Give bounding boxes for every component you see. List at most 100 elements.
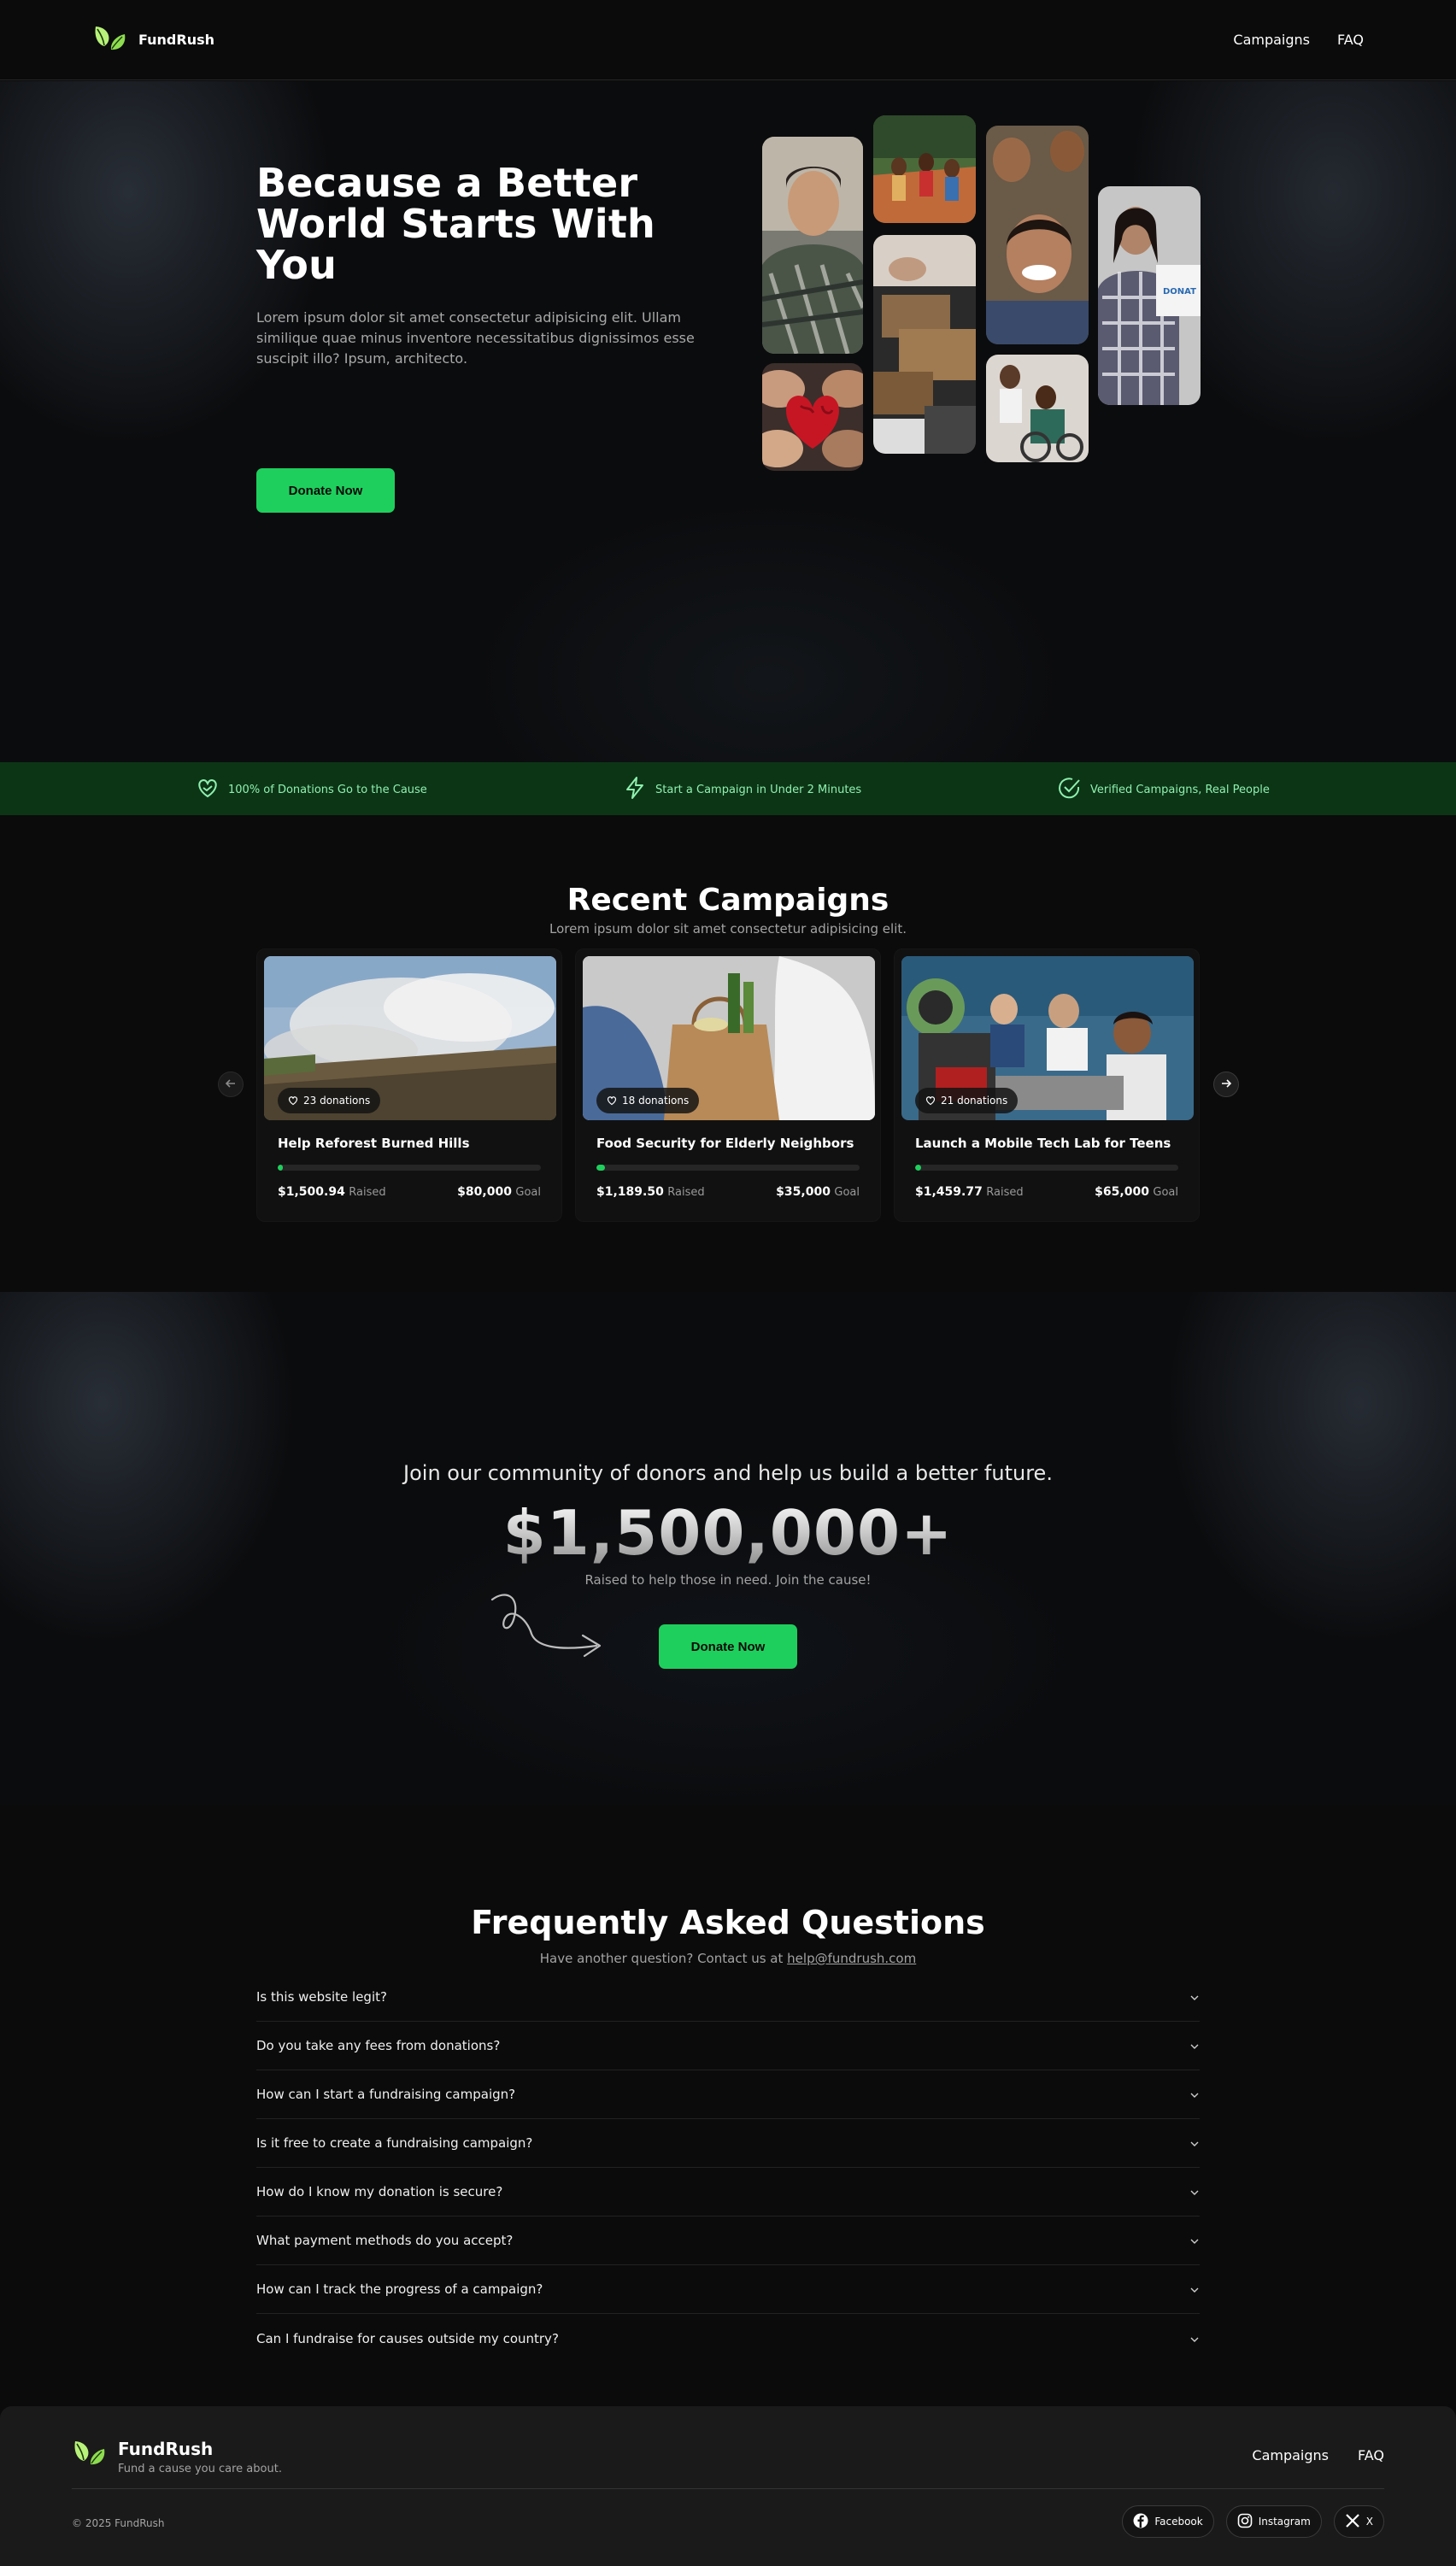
faq-question[interactable]: How do I know my donation is secure? [256,2168,1200,2217]
faq-question[interactable]: Do you take any fees from donations? [256,2022,1200,2070]
progress-fill [596,1165,606,1171]
x-link[interactable]: X [1333,2505,1384,2538]
donation-count-badge: 21 donations [915,1088,1019,1113]
collage-photo-happy-children [986,126,1089,344]
faq-question[interactable]: What payment methods do you accept? [256,2217,1200,2265]
heart-icon [925,1095,936,1106]
faq-question-text: How can I track the progress of a campai… [256,2281,543,2297]
heart-icon [607,1095,617,1106]
community-heading: Join our community of donors and help us… [403,1461,1053,1485]
goal-amount: $80,000 [457,1185,512,1199]
campaigns-subtitle: Lorem ipsum dolor sit amet consectetur a… [549,921,907,937]
footer-brand-name: FundRush [118,2439,214,2459]
raised-amount: $1,500.94 [278,1185,345,1199]
feature-item: Start a Campaign in Under 2 Minutes [623,776,861,803]
heart-icon [288,1095,298,1106]
goal-label: Goal [515,1186,541,1199]
hero-donate-button[interactable]: Donate Now [256,468,395,513]
svg-text:DONAT: DONAT [1163,287,1196,297]
campaigns-title: Recent Campaigns [567,883,889,918]
faq-question[interactable]: How can I start a fundraising campaign? [256,2070,1200,2119]
collage-photo-children-running [873,115,976,223]
progress-bar [915,1165,1178,1171]
total-raised-amount: $1,500,000+ [0,1497,1456,1569]
donation-count-badge: 23 donations [278,1088,381,1113]
arrow-right-icon [1220,1077,1232,1093]
faq-question-text: Can I fundraise for causes outside my co… [256,2330,559,2346]
faq-question[interactable]: Can I fundraise for causes outside my co… [256,2314,1200,2363]
nav-link-campaigns[interactable]: Campaigns [1233,32,1310,48]
donation-count-badge: 18 donations [596,1088,700,1113]
goal-label: Goal [1153,1186,1178,1199]
collage-photo-wheelchair [986,355,1089,462]
campaign-amounts: $1,459.77 Raised $65,000 Goal [915,1185,1178,1199]
donation-count: 23 donations [303,1095,371,1107]
x-label: X [1365,2516,1373,2528]
faq-subtitle-text: Have another question? Contact us at [539,1951,784,1966]
facebook-link[interactable]: Facebook [1122,2505,1214,2538]
x-icon [1345,2513,1360,2531]
faq-list: Is this website legit? Do you take any f… [256,1973,1200,2363]
footer-link-campaigns[interactable]: Campaigns [1252,2447,1329,2463]
arrow-left-icon [225,1077,237,1093]
progress-fill [915,1165,921,1171]
instagram-icon [1237,2513,1253,2531]
campaign-title: Food Security for Elderly Neighbors [596,1136,854,1151]
footer: FundRush Fund a cause you care about. Ca… [0,2406,1456,2566]
footer-link-faq[interactable]: FAQ [1358,2447,1384,2463]
raised-amount: $1,459.77 [915,1185,983,1199]
chevron-down-icon [1189,2087,1200,2102]
page: FundRush Campaigns FAQ Because a Better … [0,0,1456,2566]
campaign-image-reforest: 23 donations [264,956,556,1120]
faq-question-text: How do I know my donation is secure? [256,2184,503,2199]
campaign-card[interactable]: 21 donations Launch a Mobile Tech Lab fo… [894,948,1200,1222]
goal-label: Goal [834,1186,860,1199]
nav-link-faq[interactable]: FAQ [1337,32,1364,48]
facebook-icon [1133,2513,1148,2531]
faq-question[interactable]: How can I track the progress of a campai… [256,2265,1200,2314]
campaign-amounts: $1,500.94 Raised $80,000 Goal [278,1185,541,1199]
carousel-prev-button[interactable] [218,1072,244,1097]
campaign-image-food: 18 donations [583,956,875,1120]
community-section: Join our community of donors and help us… [0,1292,1456,1805]
copyright: © 2025 FundRush [72,2517,165,2529]
faq-question[interactable]: Is it free to create a fundraising campa… [256,2119,1200,2168]
hero-subtitle: Lorem ipsum dolor sit amet consectetur a… [256,309,695,367]
social-links: Facebook Instagram X [1122,2505,1384,2538]
campaign-image-tech-lab: 21 donations [901,956,1194,1120]
features-strip: 100% of Donations Go to the Cause Start … [0,762,1456,815]
contact-email-link[interactable]: help@fundrush.com [787,1951,916,1966]
donation-count: 18 donations [622,1095,690,1107]
faq-question-text: Do you take any fees from donations? [256,2038,501,2053]
raised-label: Raised [986,1186,1024,1199]
faq-question[interactable]: Is this website legit? [256,1973,1200,2022]
community-donate-button[interactable]: Donate Now [659,1624,797,1669]
collage-photo-heart-hands [762,363,863,471]
hero-section: Because a Better World Starts With You L… [0,81,1456,763]
facebook-label: Facebook [1154,2516,1203,2528]
collage-photo-donate-sign: DONAT [1098,186,1201,405]
faq-question-text: How can I start a fundraising campaign? [256,2087,516,2102]
instagram-link[interactable]: Instagram [1225,2505,1322,2538]
footer-brand[interactable]: FundRush Fund a cause you care about. [72,2439,282,2475]
chevron-down-icon [1189,2281,1200,2297]
collage-photo-packing-boxes [873,235,976,454]
raised-amount: $1,189.50 [596,1185,664,1199]
campaign-card[interactable]: 23 donations Help Reforest Burned Hills … [256,948,562,1222]
raised-label: Raised [349,1186,386,1199]
chevron-down-icon [1189,1989,1200,2005]
check-circle-icon [1058,776,1082,803]
campaign-title: Launch a Mobile Tech Lab for Teens [915,1136,1171,1151]
brand[interactable]: FundRush [92,24,214,56]
carousel-next-button[interactable] [1213,1072,1239,1097]
faq-question-text: Is this website legit? [256,1989,387,2005]
lightning-icon [623,776,647,803]
campaign-card[interactable]: 18 donations Food Security for Elderly N… [575,948,881,1222]
raised-label: Raised [667,1186,705,1199]
donation-count: 21 donations [941,1095,1008,1107]
nav-links: Campaigns FAQ [1233,32,1364,48]
faq-question-text: Is it free to create a fundraising campa… [256,2135,533,2151]
chevron-down-icon [1189,2038,1200,2053]
brand-name: FundRush [138,32,214,48]
footer-divider [72,2488,1384,2489]
